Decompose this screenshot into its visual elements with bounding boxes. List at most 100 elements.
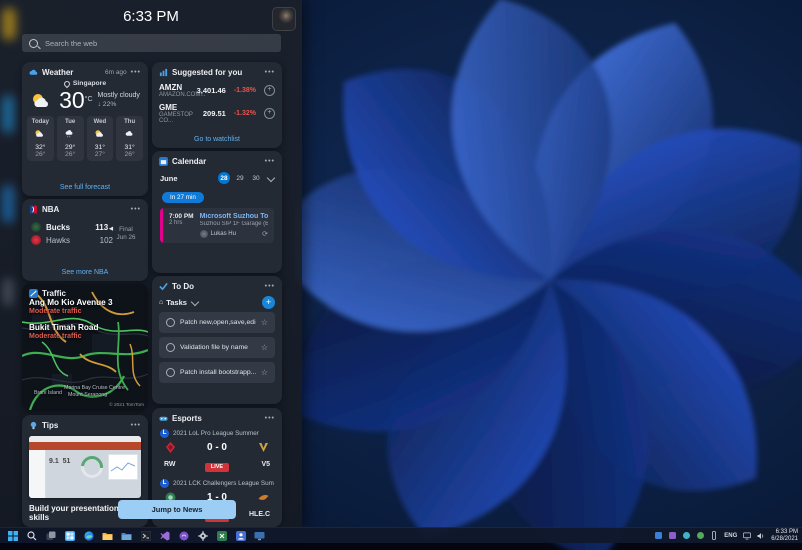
task-item[interactable]: Patch new,open,save,edi... ☆: [159, 312, 275, 333]
excel-button[interactable]: [216, 530, 227, 541]
esports-match-row[interactable]: 0 - 0: [152, 439, 282, 454]
search-button[interactable]: [26, 530, 37, 541]
star-icon[interactable]: ☆: [261, 368, 268, 377]
nba-title: NBA: [42, 205, 60, 214]
task-checkbox[interactable]: [166, 343, 175, 352]
tray-app-icon-blue[interactable]: [654, 532, 662, 540]
calendar-day[interactable]: 30: [250, 172, 262, 184]
nba-game-row[interactable]: Hawks 102: [31, 235, 113, 245]
nba-widget[interactable]: NBA ••• Bucks 113◀ Hawks 102 Final Jun 2…: [22, 199, 148, 281]
lol-league-icon: L: [160, 429, 169, 438]
bucks-logo-icon: [31, 222, 41, 232]
tray-app-icon-teal[interactable]: [682, 532, 690, 540]
star-icon[interactable]: ☆: [261, 343, 268, 352]
weather-widget[interactable]: Weather 6m ago ••• Singapore 30°C Mostly…: [22, 62, 148, 196]
purple-app-button[interactable]: [178, 530, 189, 541]
see-full-forecast-link[interactable]: See full forecast: [22, 184, 148, 191]
partly-sunny-icon: [33, 93, 49, 107]
task-checkbox[interactable]: [166, 368, 175, 377]
add-to-watchlist-button[interactable]: +: [264, 85, 275, 96]
esports-menu-button[interactable]: •••: [265, 415, 275, 422]
forecast-day[interactable]: Tue 29° 26°: [56, 116, 84, 161]
settings-button[interactable]: [197, 530, 208, 541]
search-icon: [29, 38, 38, 48]
stocks-widget[interactable]: Suggested for you ••• AMZN AMAZON.COM...…: [152, 62, 282, 148]
teams-button[interactable]: [235, 530, 246, 541]
folder-icon: [102, 532, 113, 540]
network-icon[interactable]: [743, 532, 752, 540]
mock-gauge-chart: [76, 451, 108, 483]
nba-game-row[interactable]: Bucks 113◀: [31, 222, 113, 232]
stock-row[interactable]: AMZN AMAZON.COM... 3,401.46 -1.38% +: [152, 80, 282, 100]
task-item[interactable]: Patch install bootstrapp... ☆: [159, 362, 275, 383]
todo-menu-button[interactable]: •••: [265, 283, 275, 290]
see-more-nba-link[interactable]: See more NBA: [22, 269, 148, 276]
chevron-down-icon[interactable]: [190, 297, 200, 306]
tips-screenshot: 9.1 51: [29, 436, 141, 498]
calendar-event[interactable]: 7:00 PM 2 hrs Microsoft Suzhou Toa... Su…: [160, 208, 274, 243]
nba-menu-button[interactable]: •••: [131, 206, 141, 213]
calendar-menu-button[interactable]: •••: [265, 158, 275, 165]
hle-team-logo-icon: [258, 495, 269, 500]
esports-league-row: L 2021 LoL Pro League Summer: [152, 426, 282, 439]
recurrence-icon: ⟳: [262, 231, 268, 238]
chevron-down-icon[interactable]: [266, 173, 276, 183]
traffic-widget[interactable]: Traffic Ang Mo Kio Avenue 3 Moderate tra…: [22, 284, 148, 410]
nba-logo-icon: [29, 205, 38, 214]
monitor-app-button[interactable]: [254, 530, 265, 541]
profile-avatar[interactable]: [272, 7, 296, 31]
stock-company: AMAZON.COM...: [159, 92, 206, 98]
esports-league-row: L 2021 LCK Challengers League Summer: [152, 476, 282, 489]
pen-battery-icon[interactable]: [710, 531, 718, 540]
map-label: Brani Island: [34, 390, 62, 396]
forecast-day[interactable]: Today 32° 26°: [27, 116, 54, 161]
stock-price: 209.51: [202, 109, 226, 118]
task-view-button[interactable]: [45, 530, 56, 541]
search-input[interactable]: [43, 37, 274, 49]
taskbar-date: 6/28/2021: [771, 535, 798, 542]
go-to-watchlist-link[interactable]: Go to watchlist: [152, 136, 282, 143]
tray-app-icon-purple[interactable]: [668, 532, 676, 540]
tray-app-icon-green[interactable]: [696, 532, 704, 540]
task-list-name[interactable]: Tasks: [166, 298, 187, 307]
team-name: Hawks: [46, 235, 71, 245]
stock-symbol: GME: [159, 103, 178, 112]
calendar-widget[interactable]: Calendar ••• June 28 29 30 In 27 min 7:0…: [152, 151, 282, 273]
widgets-column-right: Suggested for you ••• AMZN AMAZON.COM...…: [152, 62, 282, 527]
stock-symbol: AMZN: [159, 83, 183, 92]
folder-button[interactable]: [121, 530, 132, 541]
add-to-watchlist-button[interactable]: +: [264, 108, 275, 119]
weather-temp: 30°C: [59, 87, 93, 113]
language-indicator[interactable]: ENG: [724, 533, 737, 539]
stock-company: GAMESTOP CO...: [159, 112, 193, 124]
team-score: 113◀: [95, 222, 113, 232]
edge-browser-button[interactable]: [83, 530, 94, 541]
calendar-day-selected[interactable]: 28: [218, 172, 230, 184]
add-task-button[interactable]: +: [262, 296, 275, 309]
stock-row[interactable]: GME GAMESTOP CO... 209.51 -1.32% +: [152, 100, 282, 126]
event-title: Microsoft Suzhou Toa...: [199, 213, 268, 220]
calendar-day[interactable]: 29: [234, 172, 246, 184]
star-icon[interactable]: ☆: [261, 318, 268, 327]
web-search-bar[interactable]: [22, 34, 281, 52]
weather-menu-button[interactable]: •••: [131, 69, 141, 76]
terminal-button[interactable]: [140, 530, 151, 541]
tips-menu-button[interactable]: •••: [131, 422, 141, 429]
task-item[interactable]: Validation file by name ☆: [159, 337, 275, 358]
jump-to-news-button[interactable]: Jump to News: [118, 500, 236, 519]
stocks-menu-button[interactable]: •••: [265, 69, 275, 76]
todo-icon: [159, 282, 168, 291]
file-explorer-button[interactable]: [102, 530, 113, 541]
task-checkbox[interactable]: [166, 318, 175, 327]
widgets-button[interactable]: [64, 530, 75, 541]
traffic-road: Ang Mo Kio Avenue 3 Moderate traffic: [29, 298, 113, 315]
volume-icon[interactable]: [757, 532, 765, 540]
start-button[interactable]: [7, 530, 18, 541]
forecast-day[interactable]: Thu 31° 26°: [116, 116, 143, 161]
taskbar-clock[interactable]: 6:33 PM 6/28/2021: [771, 529, 798, 543]
forecast-day[interactable]: Wed 31° 27°: [86, 116, 114, 161]
todo-widget[interactable]: To Do ••• ⌂ Tasks + Patch new,open,save,…: [152, 276, 282, 404]
home-icon: ⌂: [159, 299, 164, 306]
visual-studio-button[interactable]: [159, 530, 170, 541]
map-label: Mount Serapong: [68, 392, 108, 398]
